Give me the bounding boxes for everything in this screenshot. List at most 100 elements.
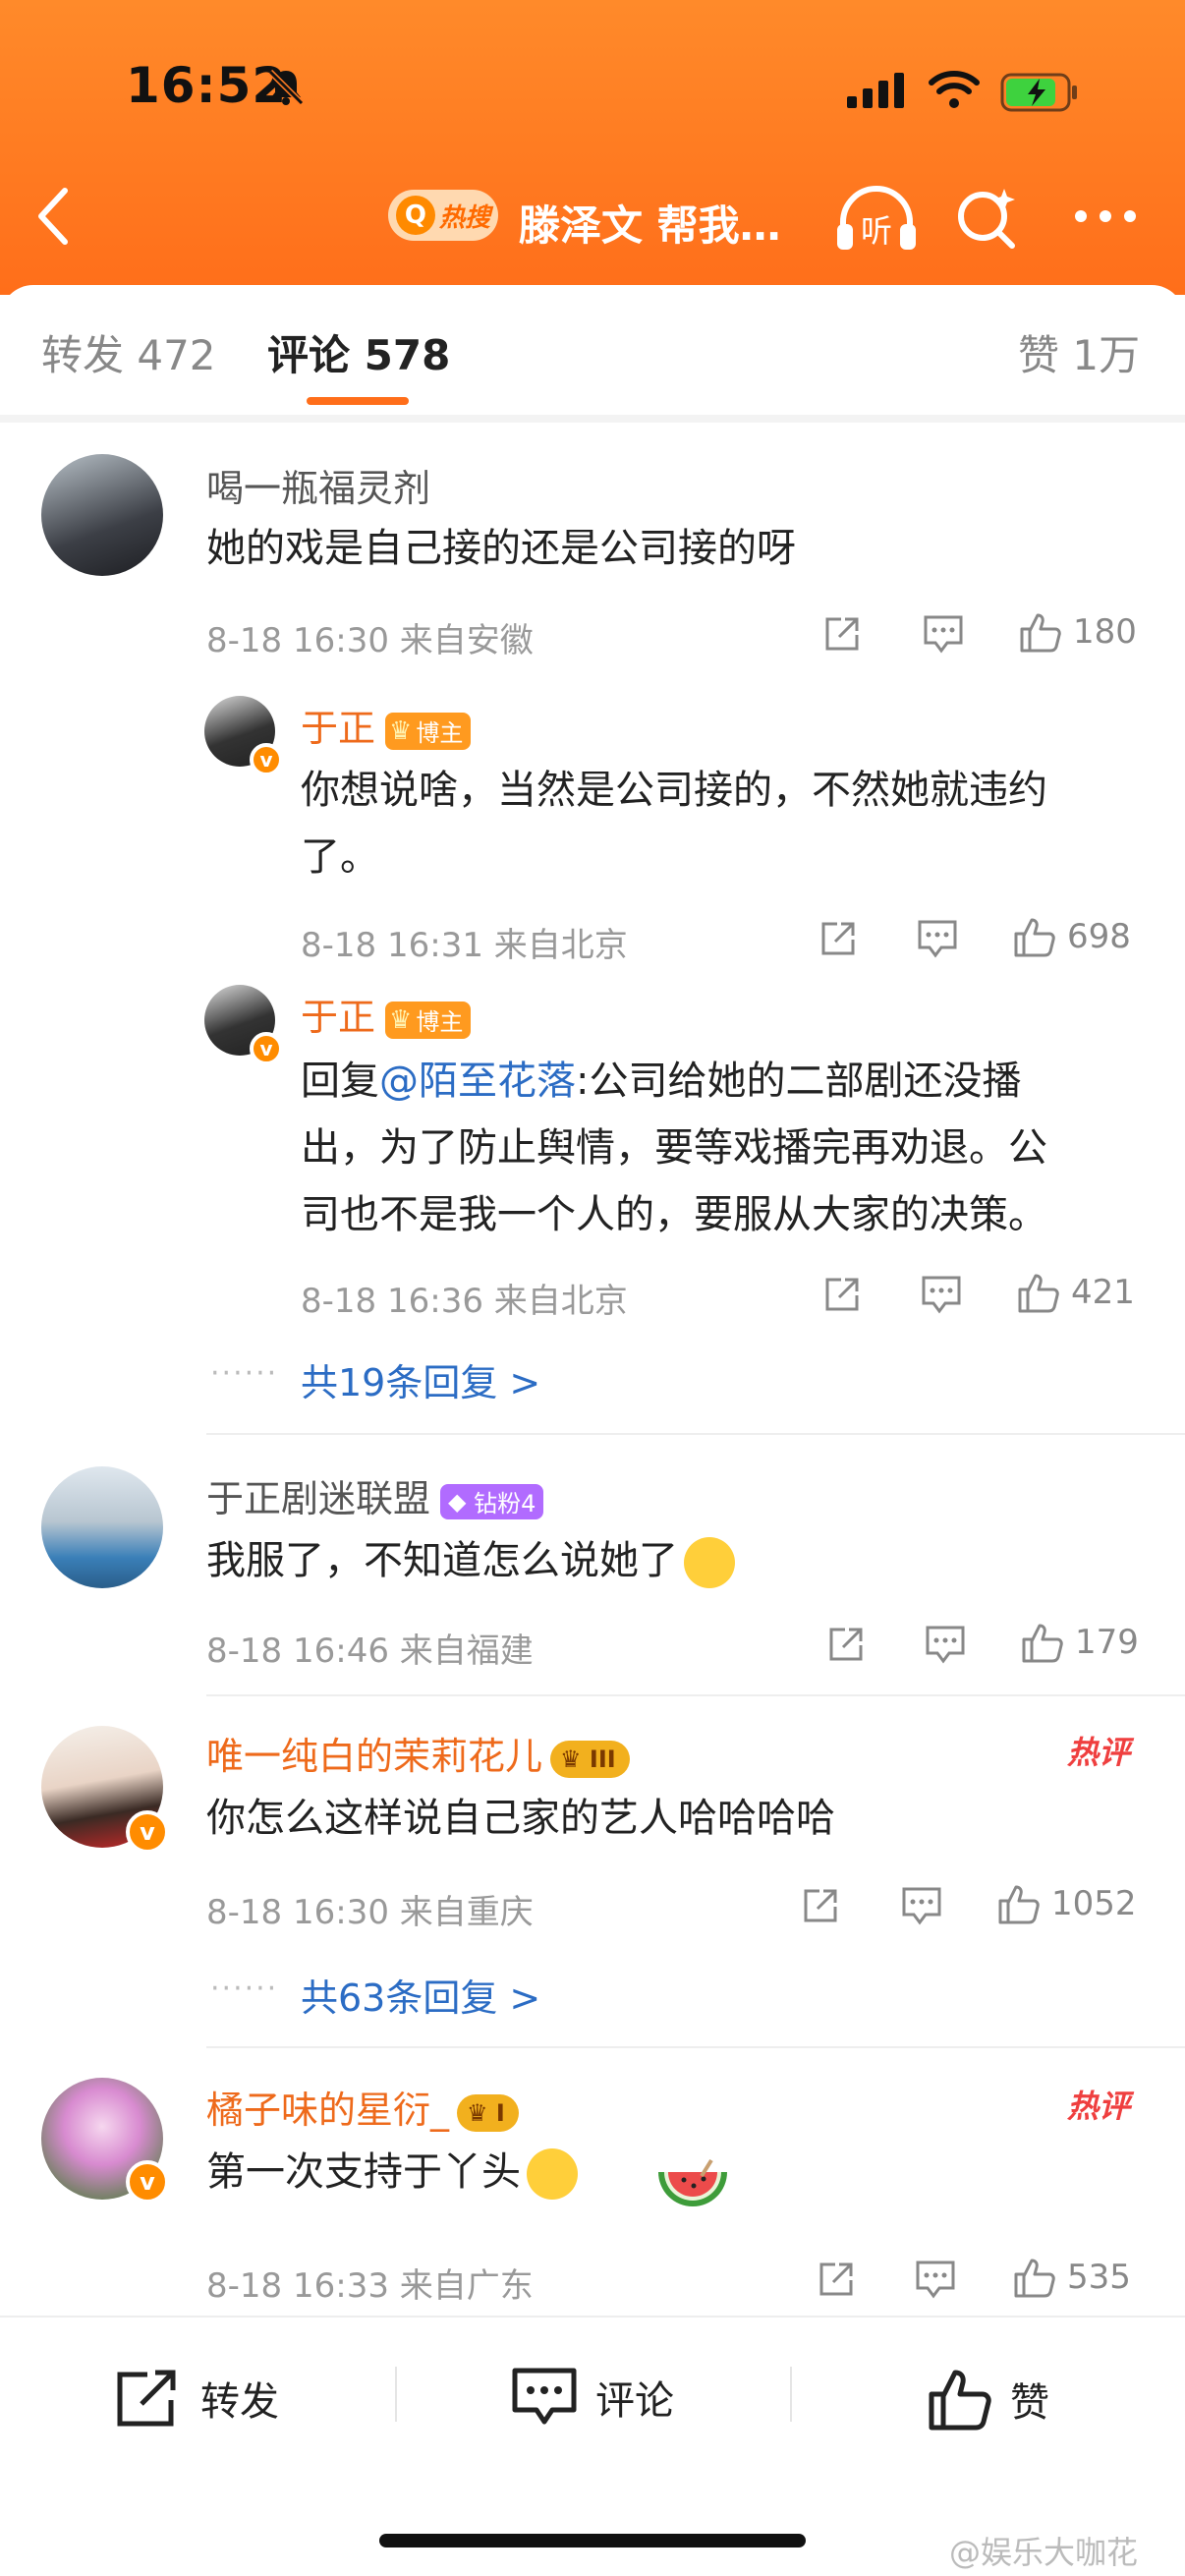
reply-username-text: 于正 [301, 707, 376, 750]
comment-text-body: 第一次支持于丫头 [206, 2149, 521, 2195]
share-icon [117, 2370, 176, 2427]
mute-bell-icon [267, 69, 305, 106]
separator [790, 2367, 792, 2422]
search-icon[interactable] [953, 185, 1022, 254]
reply-text-line2: 出，为了防止舆情，要等戏播完再劝退。公 [301, 1125, 1047, 1171]
listen-label: 听 [861, 212, 892, 250]
like-button[interactable]: 1052 [996, 1881, 1137, 1926]
share-icon[interactable] [825, 1624, 867, 1665]
share-icon[interactable] [818, 918, 859, 959]
battery-icon [1000, 73, 1077, 112]
thumbs-up-icon [1014, 2259, 1055, 2298]
like-button[interactable]: 535 [1012, 2255, 1131, 2300]
like-button[interactable]: 698 [1012, 914, 1131, 959]
home-indicator[interactable] [379, 2534, 806, 2547]
tabs-divider [0, 415, 1185, 423]
reply-username[interactable]: 于正 ♛ 博主 [301, 987, 472, 1041]
comment-text: 你怎么这样说自己家的艺人哈哈哈哈 [206, 1796, 835, 1841]
share-icon[interactable] [821, 613, 863, 655]
comment-username-text: 于正剧迷联盟 [206, 1477, 431, 1520]
divider [206, 2046, 1185, 2048]
thumbs-up-icon [929, 2370, 991, 2431]
blogger-badge-text: 博主 [416, 719, 464, 747]
thumbs-up-icon [998, 1885, 1040, 1924]
comment-username[interactable]: 唯一纯白的茉莉花儿 ♛ III [206, 1726, 630, 1780]
comment-username[interactable]: 喝一瓶福灵剂 [206, 458, 430, 512]
comment-meta: 8-18 16:30 来自重庆 [206, 1893, 534, 1932]
comment-text: 她的戏是自己接的还是公司接的呀 [206, 526, 796, 571]
separator [395, 2367, 397, 2422]
dots-decoration: ······ [210, 1356, 279, 1391]
reply-username[interactable]: 于正 ♛ 博主 [301, 698, 472, 752]
more-replies-link[interactable]: 共19条回复 > [301, 1352, 540, 1406]
blogger-badge: ♛ 博主 [385, 712, 472, 750]
crown-icon: ♛ [389, 716, 413, 746]
hot-comment-tag: 热评 [1067, 1734, 1131, 1771]
headphones-icon: 听 [837, 186, 916, 250]
reply-text-line1: 你想说啥，当然是公司接的，不然她就违约 [301, 768, 1047, 813]
comment-username-text: 橘子味的星衍_ [206, 2089, 450, 2132]
status-time: 16:52 [126, 57, 288, 114]
like-count: 179 [1075, 1623, 1139, 1662]
like-button[interactable]: 180 [1018, 609, 1137, 655]
like-count: 698 [1067, 917, 1131, 956]
comment-icon[interactable] [900, 1885, 943, 1926]
tab-repost[interactable]: 转发 472 [41, 322, 216, 382]
comment-username-text: 唯一纯白的茉莉花儿 [206, 1735, 543, 1778]
comment-username[interactable]: 橘子味的星衍_ ♛ I [206, 2080, 519, 2134]
bottom-repost-button[interactable]: 转发 [114, 2367, 279, 2430]
level-badge: ♛ III [550, 1740, 630, 1778]
share-icon[interactable] [816, 2259, 857, 2300]
diamond-icon: ◆ [448, 1487, 467, 1516]
blogger-badge: ♛ 博主 [385, 1001, 472, 1039]
like-button[interactable]: 179 [1020, 1620, 1139, 1665]
search-q-icon: Q [395, 196, 435, 235]
top-header: 16:52 Q 热搜 滕泽文 帮我… 听 [0, 0, 1185, 295]
comment-icon[interactable] [922, 613, 965, 655]
comment-icon[interactable] [920, 1274, 963, 1315]
bottom-comment-button[interactable]: 评论 [511, 2367, 674, 2428]
avatar[interactable] [41, 1466, 163, 1588]
crown-icon: ♛ [389, 1004, 413, 1035]
verified-badge-icon: v [250, 743, 283, 776]
comment-icon[interactable] [924, 1624, 967, 1665]
upside-down-face-icon [684, 1537, 735, 1588]
verified-badge-icon: v [250, 1032, 283, 1065]
smiling-face-icon [527, 2148, 578, 2200]
like-button[interactable]: 421 [1016, 1270, 1135, 1315]
more-icon[interactable] [1071, 185, 1140, 244]
avatar[interactable] [41, 454, 163, 576]
share-icon[interactable] [800, 1885, 841, 1926]
comment-icon[interactable] [916, 918, 959, 959]
comment-icon [512, 2368, 577, 2425]
signal-icon [847, 73, 904, 108]
verified-badge-icon: v [126, 1810, 169, 1854]
comment-text-body: 我服了，不知道怎么说她了 [206, 1538, 678, 1583]
hot-comment-tag: 热评 [1067, 2088, 1131, 2125]
thumbs-up-icon [1014, 918, 1055, 957]
listen-button[interactable]: 听 [835, 185, 918, 258]
back-icon[interactable] [33, 185, 73, 248]
like-count: 180 [1073, 612, 1137, 652]
comment-icon[interactable] [914, 2259, 957, 2300]
page-title[interactable]: 滕泽文 帮我… [519, 193, 781, 253]
tab-like[interactable]: 赞 1万 [1018, 322, 1140, 382]
reply-text-part: :公司给她的二部剧还没播 [576, 1059, 1022, 1104]
mention-link[interactable]: @陌至花落 [379, 1059, 576, 1104]
verified-badge-icon: v [126, 2160, 169, 2204]
tab-comment[interactable]: 评论 578 [267, 322, 450, 382]
reply-meta: 8-18 16:31 来自北京 [301, 926, 628, 965]
tab-bar: 转发 472 评论 578 赞 1万 [0, 285, 1185, 423]
level-badge: ♛ I [457, 2093, 519, 2132]
thumbs-up-icon [1020, 613, 1061, 653]
more-replies-link[interactable]: 共63条回复 > [301, 1968, 540, 2022]
watermelon-icon [658, 2158, 727, 2206]
hot-search-badge[interactable]: Q 热搜 [388, 190, 498, 241]
level-badge-text: III [589, 1745, 616, 1773]
level-badge-text: I [495, 2098, 505, 2127]
share-icon[interactable] [821, 1274, 863, 1315]
bottom-action-bar: 转发 评论 赞 [0, 2316, 1185, 2465]
fan-badge: ◆ 钻粉4 [440, 1483, 544, 1519]
comment-username[interactable]: 于正剧迷联盟 ◆ 钻粉4 [206, 1468, 544, 1522]
bottom-like-button[interactable]: 赞 [928, 2367, 1049, 2432]
